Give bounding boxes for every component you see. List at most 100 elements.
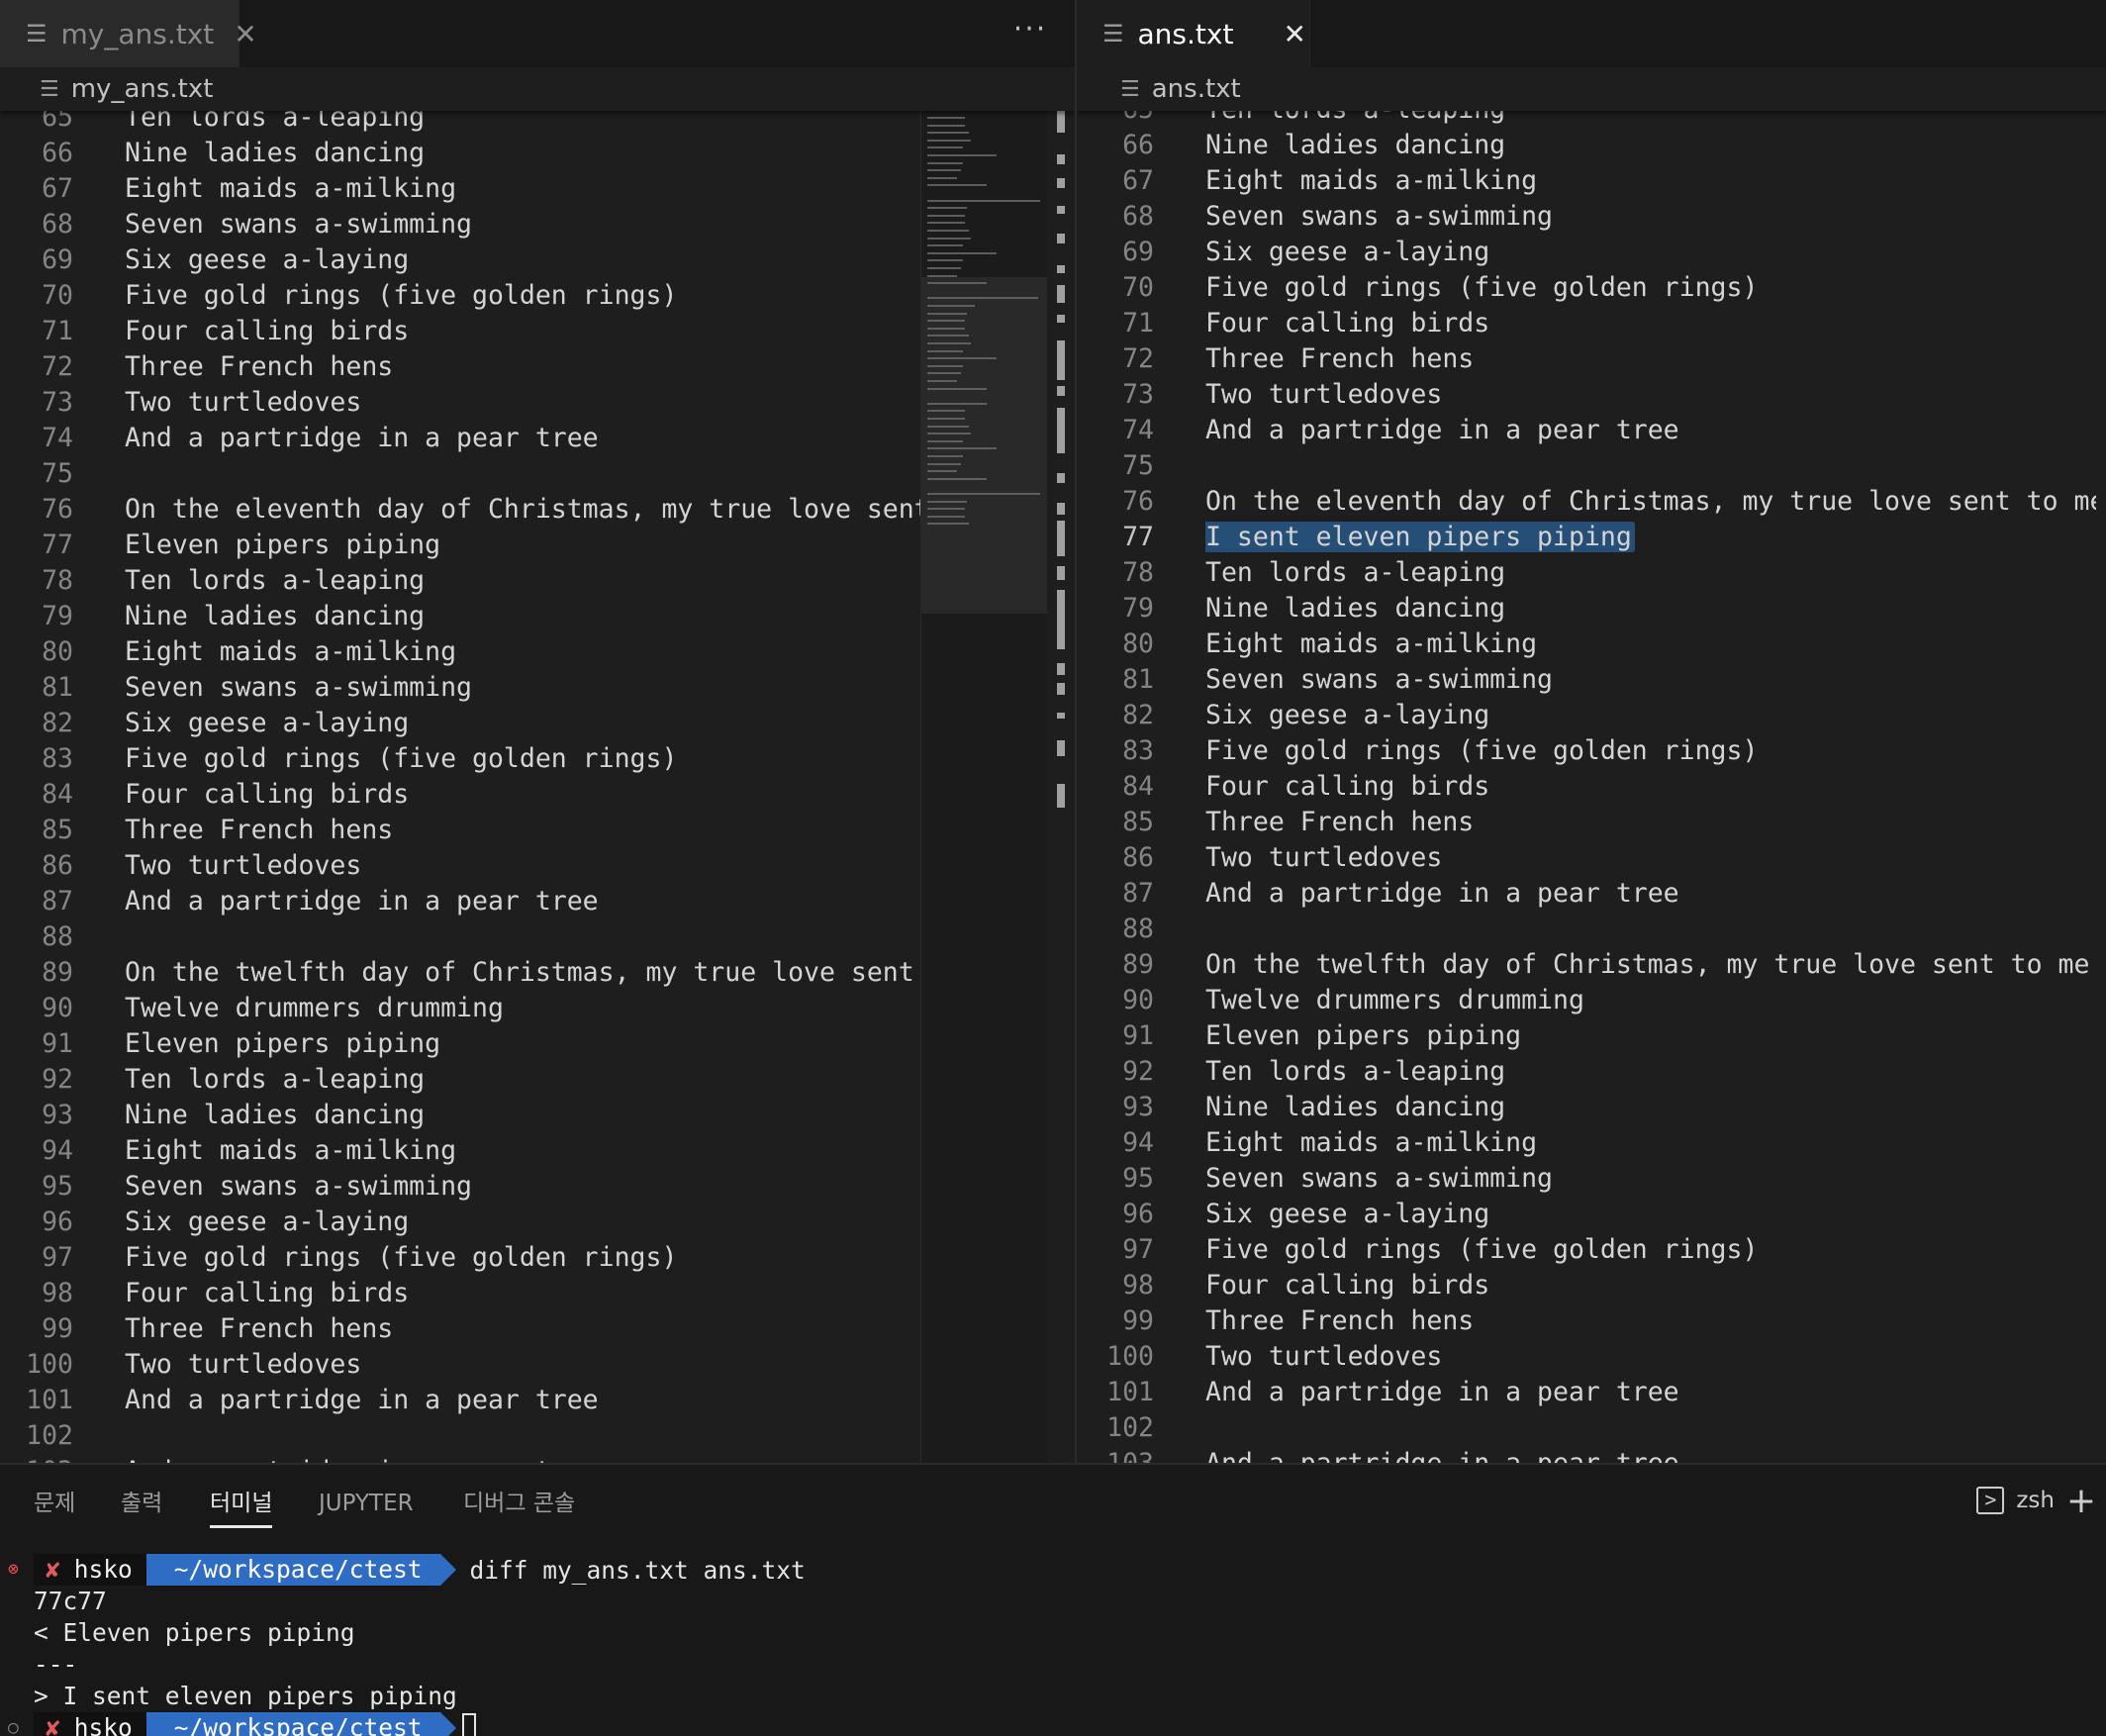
code-line[interactable]: 91 Eleven pipers piping: [0, 1026, 1075, 1062]
code-line[interactable]: 101 And a partridge in a pear tree: [0, 1383, 1075, 1418]
code-line[interactable]: 92 Ten lords a-leaping: [1077, 1054, 2106, 1090]
code-line[interactable]: 102: [0, 1418, 1075, 1454]
code-line[interactable]: 99 Three French hens: [0, 1311, 1075, 1347]
code-line[interactable]: 86 Two turtledoves: [1077, 840, 2106, 876]
code-line[interactable]: 94 Eight maids a-milking: [0, 1133, 1075, 1169]
code-line[interactable]: 91 Eleven pipers piping: [1077, 1018, 2106, 1054]
code-line[interactable]: 100 Two turtledoves: [1077, 1339, 2106, 1375]
code-line[interactable]: 83 Five gold rings (five golden rings): [0, 741, 1075, 777]
code-line[interactable]: 90 Twelve drummers drumming: [1077, 983, 2106, 1018]
code-line[interactable]: 72 Three French hens: [0, 349, 1075, 385]
code-line[interactable]: 75: [0, 456, 1075, 492]
code-line[interactable]: 70 Five gold rings (five golden rings): [0, 278, 1075, 314]
panel-tab-output[interactable]: 출력: [121, 1489, 162, 1528]
code-line[interactable]: 78 Ten lords a-leaping: [0, 563, 1075, 599]
code-line[interactable]: 73 Two turtledoves: [0, 385, 1075, 421]
code-line[interactable]: 93 Nine ladies dancing: [0, 1098, 1075, 1133]
minimap-line: [927, 312, 967, 315]
command-error-icon[interactable]: ⊗: [8, 1554, 19, 1586]
tab-ans-txt[interactable]: ☰ ans.txt ✕: [1077, 0, 1310, 67]
code-line[interactable]: 67 Eight maids a-milking: [0, 171, 1075, 207]
code-line[interactable]: 74 And a partridge in a pear tree: [0, 421, 1075, 456]
code-line[interactable]: 101 And a partridge in a pear tree: [1077, 1375, 2106, 1410]
code-line[interactable]: 85 Three French hens: [0, 813, 1075, 848]
code-line[interactable]: 77 Eleven pipers piping: [0, 528, 1075, 563]
code-line[interactable]: 103 And a partridge in a pear tree: [0, 1454, 1075, 1463]
code-line[interactable]: 88: [0, 919, 1075, 955]
panel-tab-problems[interactable]: 문제: [34, 1489, 75, 1528]
breadcrumb-right[interactable]: ☰ ans.txt: [1077, 67, 2106, 111]
code-line[interactable]: 67 Eight maids a-milking: [1077, 163, 2106, 199]
code-line[interactable]: 79 Nine ladies dancing: [1077, 591, 2106, 627]
code-line[interactable]: 68 Seven swans a-swimming: [0, 207, 1075, 242]
code-line[interactable]: 89 On the twelfth day of Christmas, my tr…: [0, 955, 1075, 991]
new-terminal-plus-icon[interactable]: +: [2066, 1481, 2096, 1521]
terminal-shell-selector[interactable]: > zsh: [1976, 1487, 2055, 1514]
code-line[interactable]: 97 Five gold rings (five golden rings): [0, 1240, 1075, 1276]
text-editor-right[interactable]: 65 Ten lords a-leaping 66 Nine ladies danci…: [1077, 111, 2106, 1463]
code-line[interactable]: 84 Four calling birds: [0, 777, 1075, 813]
code-line[interactable]: 76 On the eleventh day of Christmas, my t…: [1077, 484, 2106, 520]
code-line[interactable]: 100 Two turtledoves: [0, 1347, 1075, 1383]
code-line[interactable]: 76 On the eleventh day of Christmas, my t…: [0, 492, 1075, 528]
code-line[interactable]: 83 Five gold rings (five golden rings): [1077, 733, 2106, 769]
code-line[interactable]: 74 And a partridge in a pear tree: [1077, 413, 2106, 448]
code-line[interactable]: 97 Five gold rings (five golden rings): [1077, 1232, 2106, 1268]
code-line[interactable]: 66 Nine ladies dancing: [1077, 128, 2106, 163]
code-line[interactable]: 103 And a partridge in a pear tree: [1077, 1446, 2106, 1463]
more-actions-icon[interactable]: ···: [1005, 10, 1055, 55]
code-line[interactable]: 77 I sent eleven pipers piping: [1077, 520, 2106, 555]
code-line[interactable]: 68 Seven swans a-swimming: [1077, 199, 2106, 235]
code-line[interactable]: 80 Eight maids a-milking: [0, 634, 1075, 670]
code-line[interactable]: 95 Seven swans a-swimming: [0, 1169, 1075, 1205]
text-editor-left[interactable]: 65 Ten lords a-leaping 66 Nine ladies danci…: [0, 111, 1075, 1463]
code-line[interactable]: 89 On the twelfth day of Christmas, my tr…: [1077, 947, 2106, 983]
code-line[interactable]: 66 Nine ladies dancing: [0, 136, 1075, 171]
panel-tab-jupyter[interactable]: JUPYTER: [319, 1489, 414, 1528]
code-line[interactable]: 75: [1077, 448, 2106, 484]
code-line[interactable]: 65 Ten lords a-leaping: [1077, 111, 2106, 128]
code-line[interactable]: 84 Four calling birds: [1077, 769, 2106, 805]
code-line[interactable]: 69 Six geese a-laying: [0, 242, 1075, 278]
terminal-cursor[interactable]: [461, 1713, 476, 1736]
close-icon[interactable]: ✕: [1283, 18, 1305, 50]
code-line[interactable]: 102: [1077, 1410, 2106, 1446]
code-line[interactable]: 96 Six geese a-laying: [1077, 1197, 2106, 1232]
code-line[interactable]: 78 Ten lords a-leaping: [1077, 555, 2106, 591]
code-line[interactable]: 88: [1077, 912, 2106, 947]
code-line[interactable]: 82 Six geese a-laying: [1077, 698, 2106, 733]
vertical-scrollbar[interactable]: [1047, 111, 1075, 1463]
panel-tab-debug-console[interactable]: 디버그 콘솔: [463, 1489, 575, 1528]
code-line[interactable]: 85 Three French hens: [1077, 805, 2106, 840]
code-line[interactable]: 81 Seven swans a-swimming: [0, 670, 1075, 706]
panel-tab-terminal[interactable]: 터미널: [210, 1489, 273, 1528]
code-line[interactable]: 82 Six geese a-laying: [0, 706, 1075, 741]
code-line[interactable]: 87 And a partridge in a pear tree: [0, 884, 1075, 919]
code-line[interactable]: 94 Eight maids a-milking: [1077, 1125, 2106, 1161]
code-line[interactable]: 72 Three French hens: [1077, 341, 2106, 377]
code-line[interactable]: 81 Seven swans a-swimming: [1077, 662, 2106, 698]
code-line[interactable]: 96 Six geese a-laying: [0, 1205, 1075, 1240]
code-line[interactable]: 73 Two turtledoves: [1077, 377, 2106, 413]
code-line[interactable]: 80 Eight maids a-milking: [1077, 627, 2106, 662]
code-line[interactable]: 69 Six geese a-laying: [1077, 235, 2106, 270]
code-line[interactable]: 70 Five gold rings (five golden rings): [1077, 270, 2106, 306]
tab-my-ans-txt[interactable]: ☰ my_ans.txt ✕: [0, 0, 257, 67]
code-line[interactable]: 87 And a partridge in a pear tree: [1077, 876, 2106, 912]
minimap[interactable]: [920, 111, 1047, 1463]
code-line[interactable]: 86 Two turtledoves: [0, 848, 1075, 884]
code-line[interactable]: 90 Twelve drummers drumming: [0, 991, 1075, 1026]
code-line[interactable]: 65 Ten lords a-leaping: [0, 111, 1075, 136]
code-line[interactable]: 98 Four calling birds: [0, 1276, 1075, 1311]
code-line[interactable]: 92 Ten lords a-leaping: [0, 1062, 1075, 1098]
code-line[interactable]: 93 Nine ladies dancing: [1077, 1090, 2106, 1125]
code-line[interactable]: 71 Four calling birds: [1077, 306, 2106, 341]
close-icon[interactable]: ✕: [234, 18, 256, 50]
code-line[interactable]: 99 Three French hens: [1077, 1303, 2106, 1339]
code-line[interactable]: 98 Four calling birds: [1077, 1268, 2106, 1303]
code-line[interactable]: 71 Four calling birds: [0, 314, 1075, 349]
breadcrumb-left[interactable]: ☰ my_ans.txt: [0, 67, 1075, 111]
code-line[interactable]: 95 Seven swans a-swimming: [1077, 1161, 2106, 1197]
minimap-line: [927, 320, 965, 323]
code-line[interactable]: 79 Nine ladies dancing: [0, 599, 1075, 634]
